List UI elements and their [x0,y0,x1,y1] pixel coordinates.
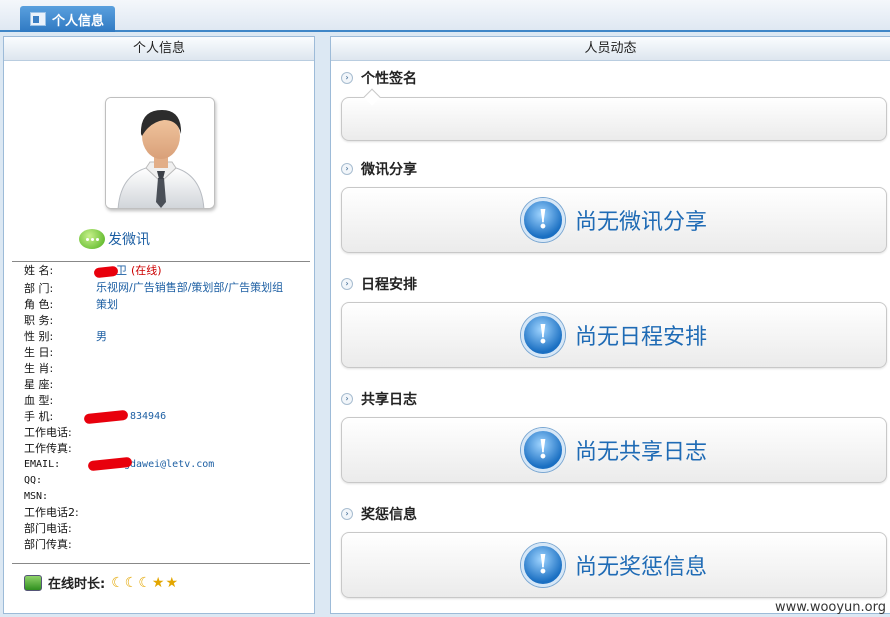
field-position: 职 务: [24,314,54,327]
avatar [105,97,215,209]
field-role: 角 色: 策划 [24,297,304,313]
weibo-box: ! 尚无微讯分享 [341,187,887,253]
online-clock-icon [24,574,42,591]
info-exclamation-icon: ! [520,543,565,587]
panel-title: 个人信息 [4,37,314,61]
field-work-fax: 工作传真: [24,442,72,455]
section-signature-title: › 个性签名 [341,68,417,88]
empty-message: ! 尚无共享日志 [342,418,886,482]
profile-fields: 姓 名: 卫 (在线) 部 门: 乐视网/广告销售部/策划部/广告策划组 角 色:… [24,263,304,553]
field-star-sign: 星 座: [24,378,54,391]
online-duration: 在线时长: ☾ ☾ ☾ ★ ★ [24,573,178,592]
field-dept-phone: 部门电话: [24,522,72,535]
mobile-value: 834946 [130,411,167,422]
field-blood-type: 血 型: [24,394,54,407]
tab-personal-info[interactable]: 个人信息 [20,6,115,32]
section-weibo-title: › 微讯分享 [341,159,417,179]
tab-bar: 个人信息 [0,0,890,32]
chevron-right-icon: › [341,163,353,175]
chevron-right-icon: › [341,72,353,84]
divider [12,563,310,564]
email-value[interactable]: gdawei@letv.com [124,459,214,470]
moon-icon: ☾ [111,574,124,591]
section-rewards-title: › 奖惩信息 [341,504,417,524]
online-status: (在线) [131,264,162,277]
empty-message: ! 尚无奖惩信息 [342,533,886,597]
field-gender: 性 别: 男 [24,329,304,345]
activity-panel: 人员动态 › 个性签名 › 微讯分享 ! 尚无微讯分享 › 日程安排 ! 尚无日… [330,36,890,614]
panel-title: 人员动态 [331,37,890,61]
user-avatar-icon [106,98,214,208]
department-value: 乐视网/广告销售部/策划部/广告策划组 [96,281,284,294]
field-qq: QQ: [24,475,43,486]
empty-message: ! 尚无日程安排 [342,303,886,367]
chevron-right-icon: › [341,278,353,290]
star-icon: ★ [165,574,179,591]
watermark: www.wooyun.org [774,600,886,615]
field-zodiac-animal: 生 肖: [24,362,54,375]
moon-icon: ☾ [124,574,138,591]
redaction-mark [93,265,119,279]
tab-label: 个人信息 [52,13,105,29]
online-level-icons: ☾ ☾ ☾ ★ ★ [111,575,178,591]
field-msn: MSN: [24,491,49,502]
field-department: 部 门: 乐视网/广告销售部/策划部/广告策划组 [24,281,304,297]
moon-icon: ☾ [138,574,151,591]
info-exclamation-icon: ! [520,428,565,472]
online-duration-label: 在线时长: [48,577,106,592]
field-email: EMAIL: gdawei@letv.com [24,456,304,473]
post-weibo-link[interactable]: 发微讯 [79,229,150,249]
role-value: 策划 [96,298,118,311]
field-name: 姓 名: 卫 (在线) [24,264,162,279]
personal-info-panel: 个人信息 发微讯 姓 名: 卫 (在线) 部 门: 乐视网/广告销售部/策划部/… [3,36,315,614]
gender-value: 男 [96,330,107,343]
signature-box [341,88,887,141]
field-mobile: 手 机: 834946 [24,409,167,425]
section-log-title: › 共享日志 [341,389,417,409]
field-work-phone: 工作电话: [24,426,72,439]
field-birthday: 生 日: [24,346,54,359]
section-schedule-title: › 日程安排 [341,274,417,294]
info-exclamation-icon: ! [520,313,565,357]
chevron-right-icon: › [341,393,353,405]
empty-message: ! 尚无微讯分享 [342,188,886,252]
star-icon: ★ [151,574,165,591]
post-weibo-label: 发微讯 [108,232,150,248]
profile-card-icon [30,12,46,26]
rewards-box: ! 尚无奖惩信息 [341,532,887,598]
divider [12,261,310,262]
info-exclamation-icon: ! [520,198,565,242]
schedule-box: ! 尚无日程安排 [341,302,887,368]
chat-bubble-icon [79,229,105,249]
chevron-right-icon: › [341,508,353,520]
field-dept-fax: 部门传真: [24,538,72,551]
log-box: ! 尚无共享日志 [341,417,887,483]
field-work-phone-2: 工作电话2: [24,506,79,519]
